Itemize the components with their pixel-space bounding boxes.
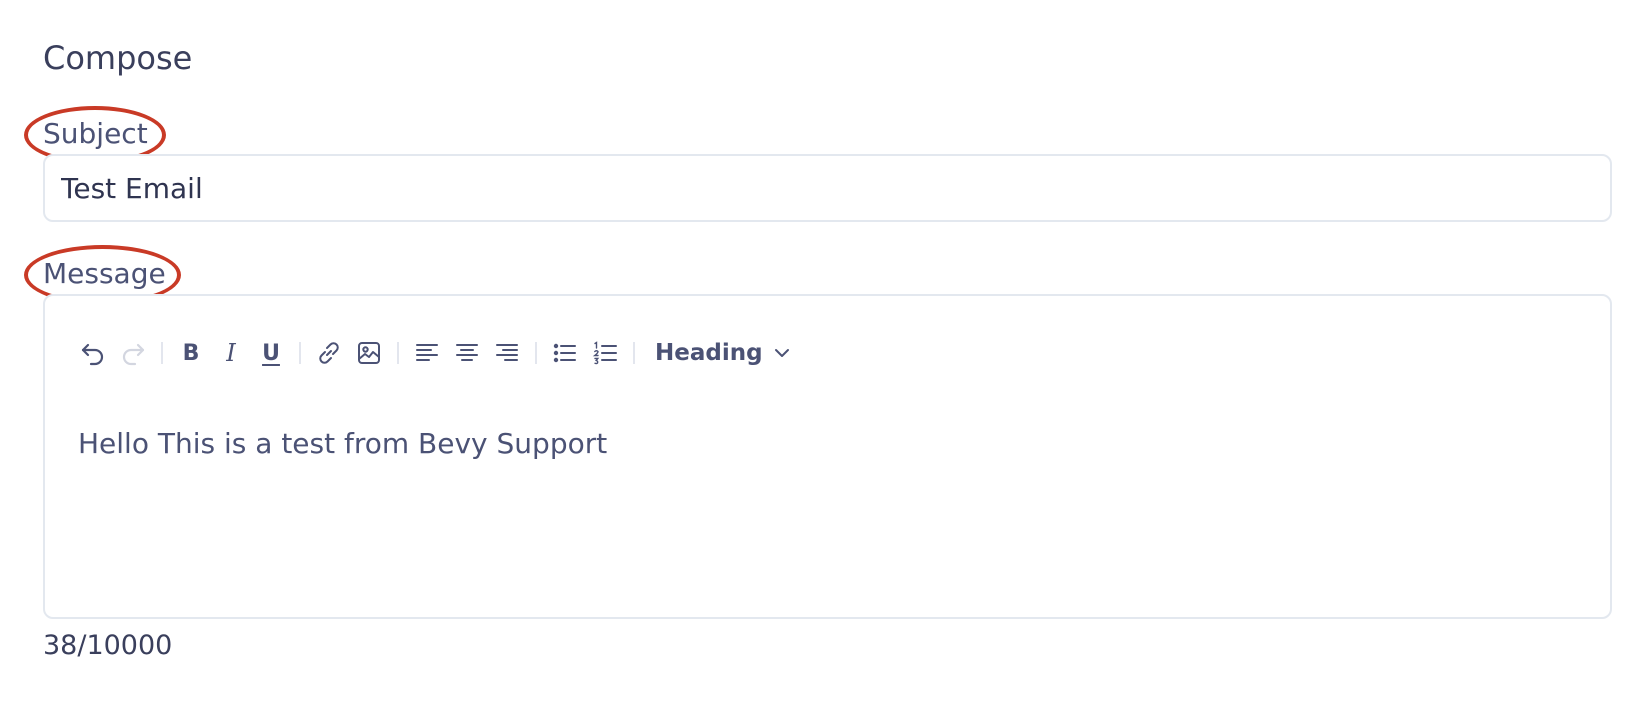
page-title: Compose [43,39,193,77]
message-editor[interactable]: B I U Heading Hello This is a test from … [43,294,1612,619]
numbered-list-button[interactable] [585,336,625,370]
toolbar-divider [397,342,399,364]
link-icon [319,342,339,364]
toolbar-divider [633,342,635,364]
align-center-button[interactable] [447,336,487,370]
align-center-icon [456,344,478,361]
compose-page: Compose Subject Message B [0,0,1645,704]
underline-icon: U [262,340,280,366]
toolbar-divider [299,342,301,364]
underline-button[interactable]: U [251,336,291,370]
subject-input[interactable] [43,154,1612,222]
redo-icon [122,343,145,366]
bold-icon: B [182,340,200,366]
numbered-list-icon [592,341,617,365]
heading-dropdown-label: Heading [655,340,763,366]
image-button[interactable] [349,336,389,370]
subject-label: Subject [43,117,148,150]
align-left-button[interactable] [407,336,447,370]
character-counter: 38/10000 [43,630,173,661]
heading-dropdown[interactable]: Heading [649,336,797,370]
editor-toolbar: B I U Heading [73,336,797,370]
bullet-list-button[interactable] [545,336,585,370]
undo-button[interactable] [73,336,113,370]
link-button[interactable] [309,336,349,370]
toolbar-divider [535,342,537,364]
message-body[interactable]: Hello This is a test from Bevy Support [78,426,1580,462]
message-label: Message [43,257,166,290]
italic-button[interactable]: I [211,336,251,370]
redo-button[interactable] [113,336,153,370]
italic-icon: I [226,339,236,367]
undo-icon [81,343,104,366]
toolbar-divider [161,342,163,364]
bold-button[interactable]: B [171,336,211,370]
image-icon [358,342,380,364]
bullet-list-icon [553,343,576,363]
align-left-icon [416,344,438,361]
align-right-icon [496,344,518,361]
align-right-button[interactable] [487,336,527,370]
chevron-down-icon [774,349,789,357]
